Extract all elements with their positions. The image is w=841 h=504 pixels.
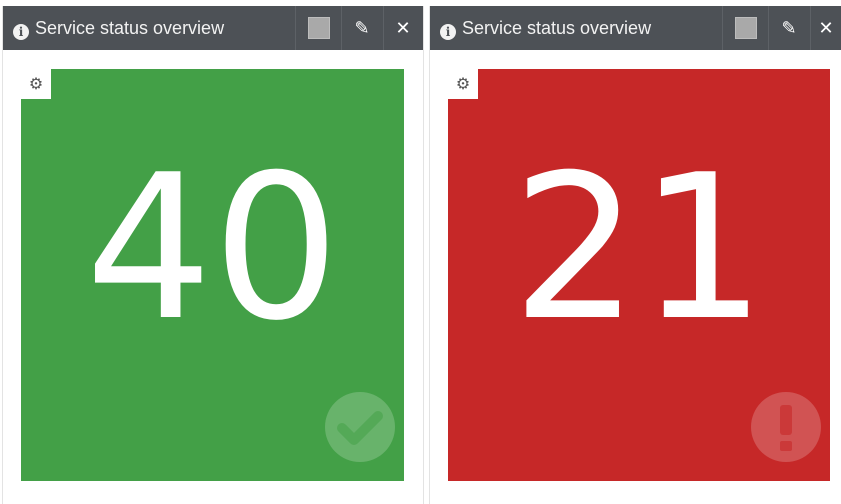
maximize-button[interactable]: [728, 6, 764, 50]
toolbar-divider: [383, 6, 384, 50]
square-icon: [308, 17, 330, 39]
maximize-button[interactable]: [301, 6, 337, 50]
gear-icon: ⚙: [28, 76, 44, 93]
widget-title: i Service status overview: [13, 6, 224, 50]
toolbar-divider: [768, 6, 769, 50]
widget-titlebar: i Service status overview ✎ ✕: [3, 6, 423, 50]
toolbar-divider: [295, 6, 296, 50]
gear-icon: ⚙: [455, 76, 471, 93]
status-count: 40: [85, 132, 340, 365]
settings-button[interactable]: ⚙: [448, 69, 478, 99]
service-status-widget: i Service status overview ✎ ✕ ⚙ 40: [2, 6, 424, 504]
status-tile: ⚙ 40: [21, 69, 404, 481]
toolbar-divider: [341, 6, 342, 50]
service-status-widget: i Service status overview ✎ ✕ ⚙ 21: [429, 6, 841, 504]
info-icon[interactable]: i: [13, 24, 29, 40]
widget-titlebar: i Service status overview ✎ ✕: [430, 6, 841, 50]
close-icon: ✕: [818, 17, 834, 38]
square-icon: [735, 17, 757, 39]
info-icon[interactable]: i: [440, 24, 456, 40]
close-icon: ✕: [395, 17, 411, 38]
settings-button[interactable]: ⚙: [21, 69, 51, 99]
check-icon: [325, 392, 395, 462]
edit-button[interactable]: ✎: [771, 6, 807, 50]
close-button[interactable]: ✕: [810, 6, 841, 50]
widget-title-text: Service status overview: [462, 18, 652, 38]
status-tile: ⚙ 21: [448, 69, 830, 481]
status-count: 21: [511, 132, 767, 365]
widget-title-text: Service status overview: [35, 18, 225, 38]
close-button[interactable]: ✕: [385, 6, 421, 50]
edit-button[interactable]: ✎: [344, 6, 380, 50]
widget-title: i Service status overview: [440, 6, 651, 50]
pencil-icon: ✎: [354, 17, 370, 38]
pencil-icon: ✎: [781, 17, 797, 38]
toolbar-divider: [722, 6, 723, 50]
exclamation-icon: [751, 392, 821, 462]
